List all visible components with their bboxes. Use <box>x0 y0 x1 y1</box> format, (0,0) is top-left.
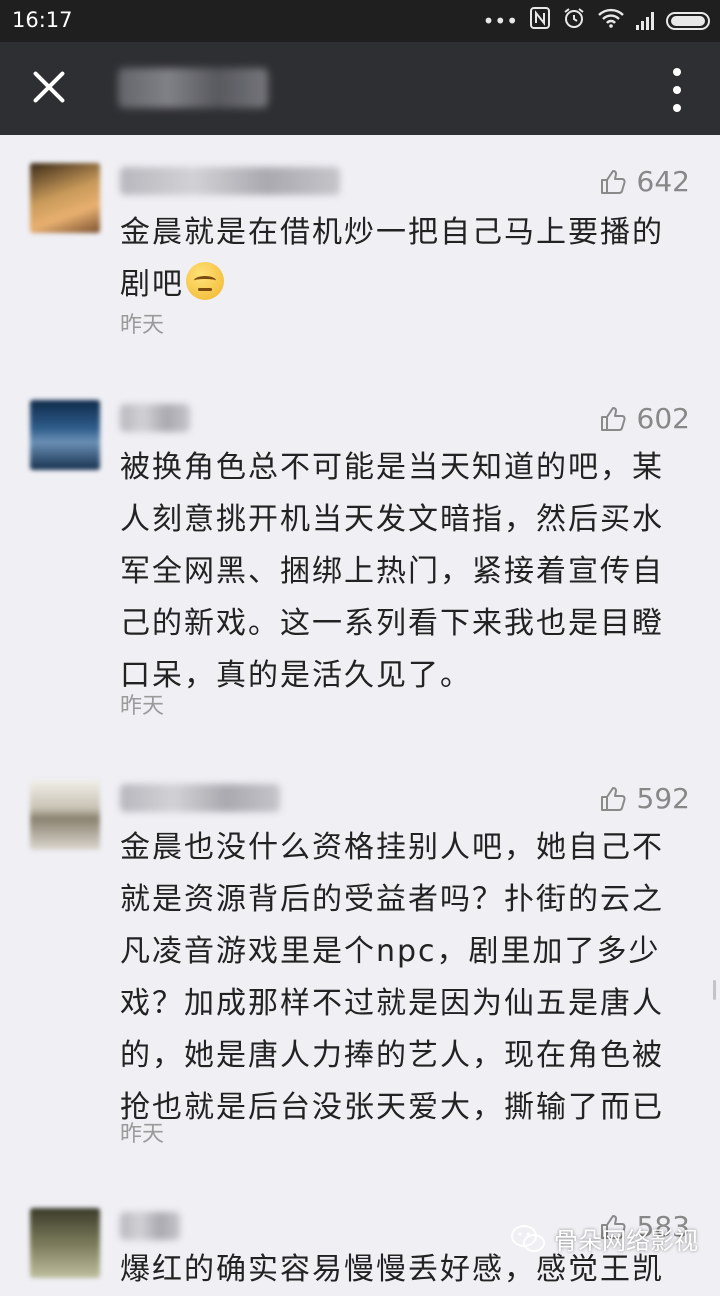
comment-text: 金晨也没什么资格挂别人吧，她自己不就是资源背后的受益者吗？扑街的云之凡凌音游戏里… <box>120 830 664 1125</box>
like-count: 592 <box>636 782 690 815</box>
watermark-text: 骨朵网络影视 <box>554 1227 698 1255</box>
close-button[interactable] <box>26 64 72 110</box>
app-header <box>0 42 720 135</box>
status-bar: 16:17 ••• <box>0 0 720 42</box>
thumbs-up-icon <box>600 169 626 194</box>
like-button[interactable]: 592 <box>599 782 690 815</box>
signal-icon <box>636 12 654 30</box>
avatar[interactable] <box>30 780 100 850</box>
comment-time: 昨天 <box>120 1122 165 1147</box>
wechat-icon <box>511 1224 545 1252</box>
username-blurred[interactable] <box>120 404 190 432</box>
sweat-smile-emoji-icon <box>186 262 224 300</box>
username-blurred[interactable] <box>120 1212 180 1240</box>
nfc-icon <box>530 7 550 35</box>
username-blurred[interactable] <box>120 167 340 195</box>
comment-text: 金晨就是在借机炒一把自己马上要播的剧吧 <box>120 215 664 302</box>
scrollbar[interactable] <box>713 980 716 1000</box>
like-button[interactable]: 642 <box>599 165 690 198</box>
username-blurred[interactable] <box>120 784 280 812</box>
thumbs-up-icon <box>600 786 626 811</box>
comment-text: 被换角色总不可能是当天知道的吧，某人刻意挑开机当天发文暗指，然后买水军全网黑、捆… <box>120 450 664 693</box>
comment-time: 昨天 <box>120 694 165 719</box>
like-count: 602 <box>636 402 690 435</box>
like-button[interactable]: 602 <box>599 402 690 435</box>
page-title-blurred <box>118 68 268 108</box>
avatar[interactable] <box>30 400 100 470</box>
like-count: 642 <box>636 165 690 198</box>
avatar[interactable] <box>30 163 100 233</box>
watermark: 骨朵网络影视 <box>510 1221 698 1256</box>
alarm-icon <box>562 6 586 36</box>
more-options-button[interactable] <box>672 68 682 112</box>
battery-icon <box>666 12 710 30</box>
comment-time: 昨天 <box>120 313 165 338</box>
wifi-icon <box>598 8 624 34</box>
thumbs-up-icon <box>600 406 626 431</box>
status-time: 16:17 <box>12 8 73 32</box>
avatar[interactable] <box>30 1208 100 1278</box>
status-icons: ••• <box>482 6 710 36</box>
more-dots-icon: ••• <box>482 9 518 33</box>
